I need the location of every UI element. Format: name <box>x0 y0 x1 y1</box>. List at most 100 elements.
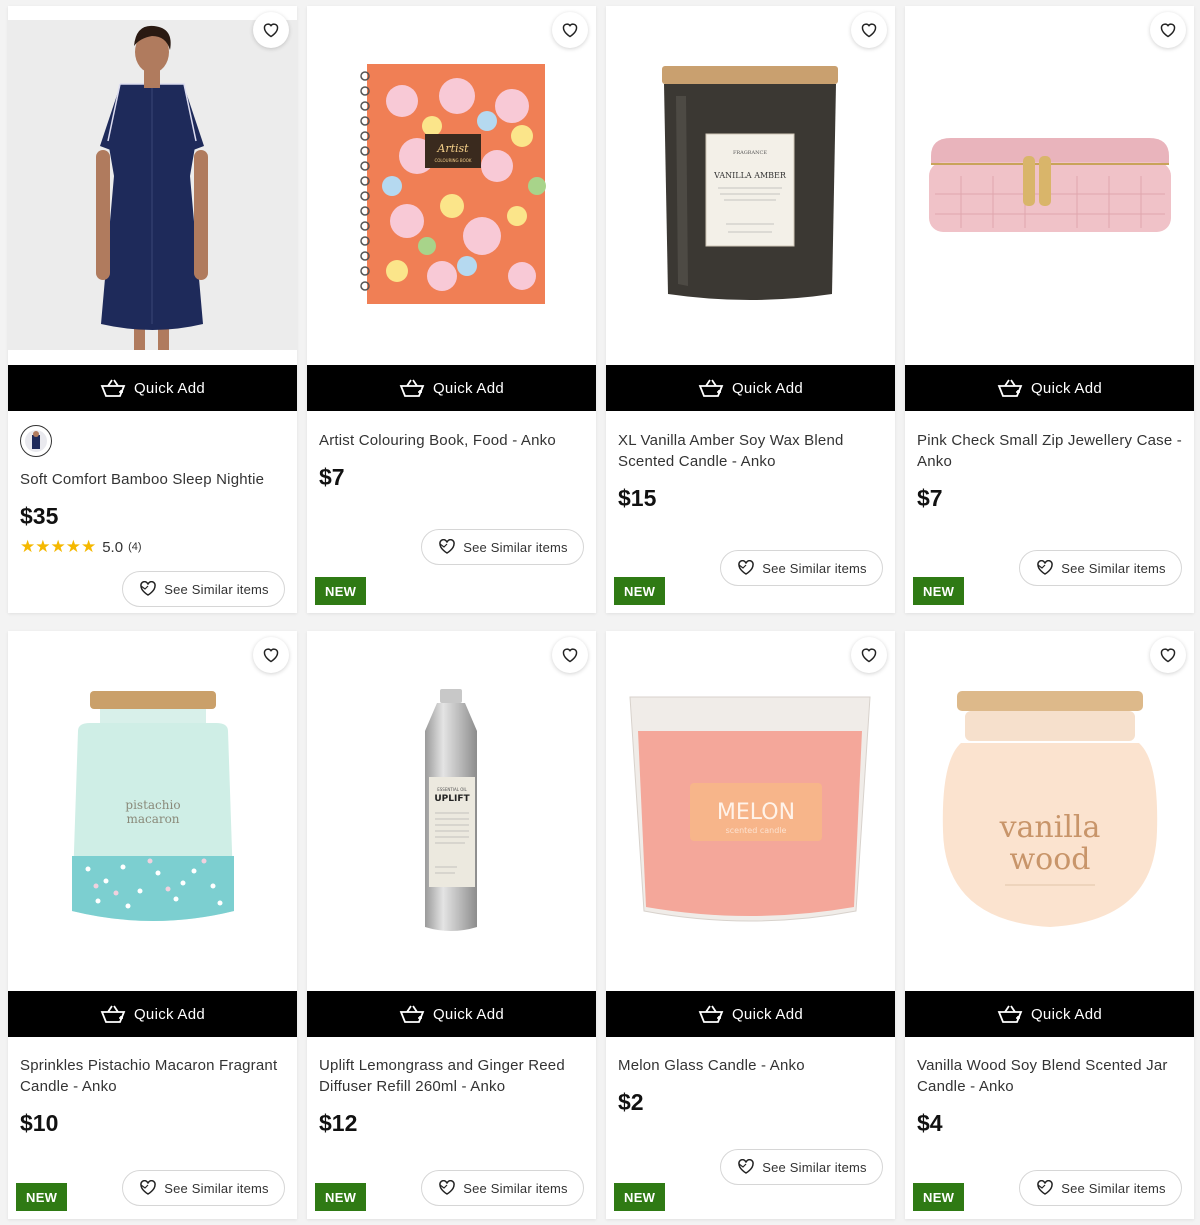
candle-label-line1: vanilla <box>999 810 1101 845</box>
product-image[interactable]: pistachio macaron <box>8 631 297 991</box>
quick-add-label: Quick Add <box>731 379 804 397</box>
product-card[interactable]: MELON scented candle NEW Quick Add Melon… <box>606 631 895 1219</box>
similar-icon <box>140 1180 156 1195</box>
wishlist-heart-icon[interactable] <box>1150 12 1186 48</box>
see-similar-label: See Similar items <box>762 560 867 576</box>
product-price: $4 <box>917 1110 943 1136</box>
candle-label-line1: MELON <box>717 800 795 825</box>
basket-icon <box>399 1005 425 1023</box>
product-title[interactable]: Uplift Lemongrass and Ginger Reed Diffus… <box>319 1055 584 1097</box>
wishlist-heart-icon[interactable] <box>552 637 588 673</box>
product-card[interactable]: NEW Quick Add Pink Check Small Zip Jewel… <box>905 6 1194 613</box>
quick-add-label: Quick Add <box>133 1005 206 1023</box>
bottle-label: UPLIFT <box>434 794 470 804</box>
see-similar-label: See Similar items <box>463 539 568 555</box>
new-badge: NEW <box>913 577 965 605</box>
wishlist-heart-icon[interactable] <box>851 637 887 673</box>
wishlist-heart-icon[interactable] <box>851 12 887 48</box>
similar-icon <box>1037 560 1053 575</box>
new-badge: NEW <box>315 1183 367 1211</box>
quick-add-button[interactable]: Quick Add <box>307 365 596 411</box>
quick-add-button[interactable]: Quick Add <box>8 365 297 411</box>
see-similar-button[interactable]: See Similar items <box>720 550 883 586</box>
quick-add-label: Quick Add <box>432 379 505 397</box>
see-similar-label: See Similar items <box>164 581 269 597</box>
product-card[interactable]: FRAGRANCE VANILLA AMBER NEW Quick Add XL… <box>606 6 895 613</box>
basket-icon <box>100 1005 126 1023</box>
new-badge: NEW <box>16 1183 68 1211</box>
product-info: Soft Comfort Bamboo Sleep Nightie $35 ★★… <box>8 411 297 613</box>
product-card[interactable]: vanilla wood NEW Quick Add Vanilla Wood … <box>905 631 1194 1219</box>
basket-icon <box>698 1005 724 1023</box>
quick-add-button[interactable]: Quick Add <box>8 991 297 1037</box>
product-price: $7 <box>319 464 345 490</box>
product-image[interactable]: FRAGRANCE VANILLA AMBER <box>606 6 895 365</box>
product-rating: ★★★★★ 5.0 (4) <box>20 537 142 557</box>
product-title[interactable]: Melon Glass Candle - Anko <box>618 1055 883 1076</box>
new-badge: NEW <box>614 1183 666 1211</box>
quick-add-button[interactable]: Quick Add <box>905 991 1194 1037</box>
product-price: $10 <box>20 1110 59 1136</box>
see-similar-button[interactable]: See Similar items <box>720 1149 883 1185</box>
product-title[interactable]: Sprinkles Pistachio Macaron Fragrant Can… <box>20 1055 285 1097</box>
quick-add-button[interactable]: Quick Add <box>905 365 1194 411</box>
product-image[interactable]: MELON scented candle <box>606 631 895 991</box>
color-swatch[interactable] <box>20 425 52 457</box>
product-title[interactable]: Artist Colouring Book, Food - Anko <box>319 430 584 451</box>
basket-icon <box>100 379 126 397</box>
see-similar-label: See Similar items <box>164 1180 269 1196</box>
product-price: $7 <box>917 485 943 511</box>
basket-icon <box>997 379 1023 397</box>
product-card[interactable]: Quick Add Soft Comfort Bamboo Sleep Nigh… <box>8 6 297 613</box>
star-rating-icon: ★★★★★ <box>20 537 97 556</box>
product-card[interactable]: Artist COLOURING BOOK NEW Quick Add Arti… <box>307 6 596 613</box>
candle-label: VANILLA AMBER <box>713 171 787 180</box>
quick-add-button[interactable]: Quick Add <box>606 991 895 1037</box>
wishlist-heart-icon[interactable] <box>253 637 289 673</box>
candle-label-line1: pistachio <box>125 798 180 812</box>
see-similar-button[interactable]: See Similar items <box>122 1170 285 1206</box>
product-price: $2 <box>618 1089 644 1115</box>
see-similar-button[interactable]: See Similar items <box>1019 550 1182 586</box>
product-price: $15 <box>618 485 657 511</box>
quick-add-button[interactable]: Quick Add <box>606 365 895 411</box>
new-badge: NEW <box>315 577 367 605</box>
rating-score: 5.0 <box>102 538 124 556</box>
svg-text:COLOURING BOOK: COLOURING BOOK <box>434 158 471 163</box>
new-badge: NEW <box>614 577 666 605</box>
product-grid: Quick Add Soft Comfort Bamboo Sleep Nigh… <box>0 0 1200 1225</box>
svg-text:FRAGRANCE: FRAGRANCE <box>733 150 767 156</box>
product-image[interactable] <box>8 6 297 365</box>
product-image[interactable]: ESSENTIAL OIL UPLIFT <box>307 631 596 991</box>
similar-icon <box>140 581 156 596</box>
wishlist-heart-icon[interactable] <box>1150 637 1186 673</box>
similar-icon <box>439 539 455 554</box>
wishlist-heart-icon[interactable] <box>253 12 289 48</box>
product-title[interactable]: Vanilla Wood Soy Blend Scented Jar Candl… <box>917 1055 1182 1097</box>
rating-count: (4) <box>128 541 142 553</box>
product-title[interactable]: Pink Check Small Zip Jewellery Case - An… <box>917 430 1182 472</box>
quick-add-label: Quick Add <box>1030 379 1103 397</box>
see-similar-button[interactable]: See Similar items <box>122 571 285 607</box>
product-image[interactable]: Artist COLOURING BOOK <box>307 6 596 365</box>
candle-label-line2: scented candle <box>726 826 787 835</box>
see-similar-button[interactable]: See Similar items <box>421 529 584 565</box>
similar-icon <box>738 560 754 575</box>
see-similar-button[interactable]: See Similar items <box>1019 1170 1182 1206</box>
product-card[interactable]: ESSENTIAL OIL UPLIFT NEW Quick Add Uplif… <box>307 631 596 1219</box>
product-title[interactable]: XL Vanilla Amber Soy Wax Blend Scented C… <box>618 430 883 472</box>
quick-add-button[interactable]: Quick Add <box>307 991 596 1037</box>
product-title[interactable]: Soft Comfort Bamboo Sleep Nightie <box>20 469 285 490</box>
see-similar-label: See Similar items <box>1061 560 1166 576</box>
product-image[interactable] <box>905 6 1194 365</box>
wishlist-heart-icon[interactable] <box>552 12 588 48</box>
basket-icon <box>399 379 425 397</box>
quick-add-label: Quick Add <box>1030 1005 1103 1023</box>
see-similar-label: See Similar items <box>762 1159 867 1175</box>
product-card[interactable]: pistachio macaron NEW Quick Add Sprinkle… <box>8 631 297 1219</box>
product-image[interactable]: vanilla wood <box>905 631 1194 991</box>
see-similar-button[interactable]: See Similar items <box>421 1170 584 1206</box>
quick-add-label: Quick Add <box>432 1005 505 1023</box>
candle-label-line2: macaron <box>126 812 179 826</box>
new-badge: NEW <box>913 1183 965 1211</box>
